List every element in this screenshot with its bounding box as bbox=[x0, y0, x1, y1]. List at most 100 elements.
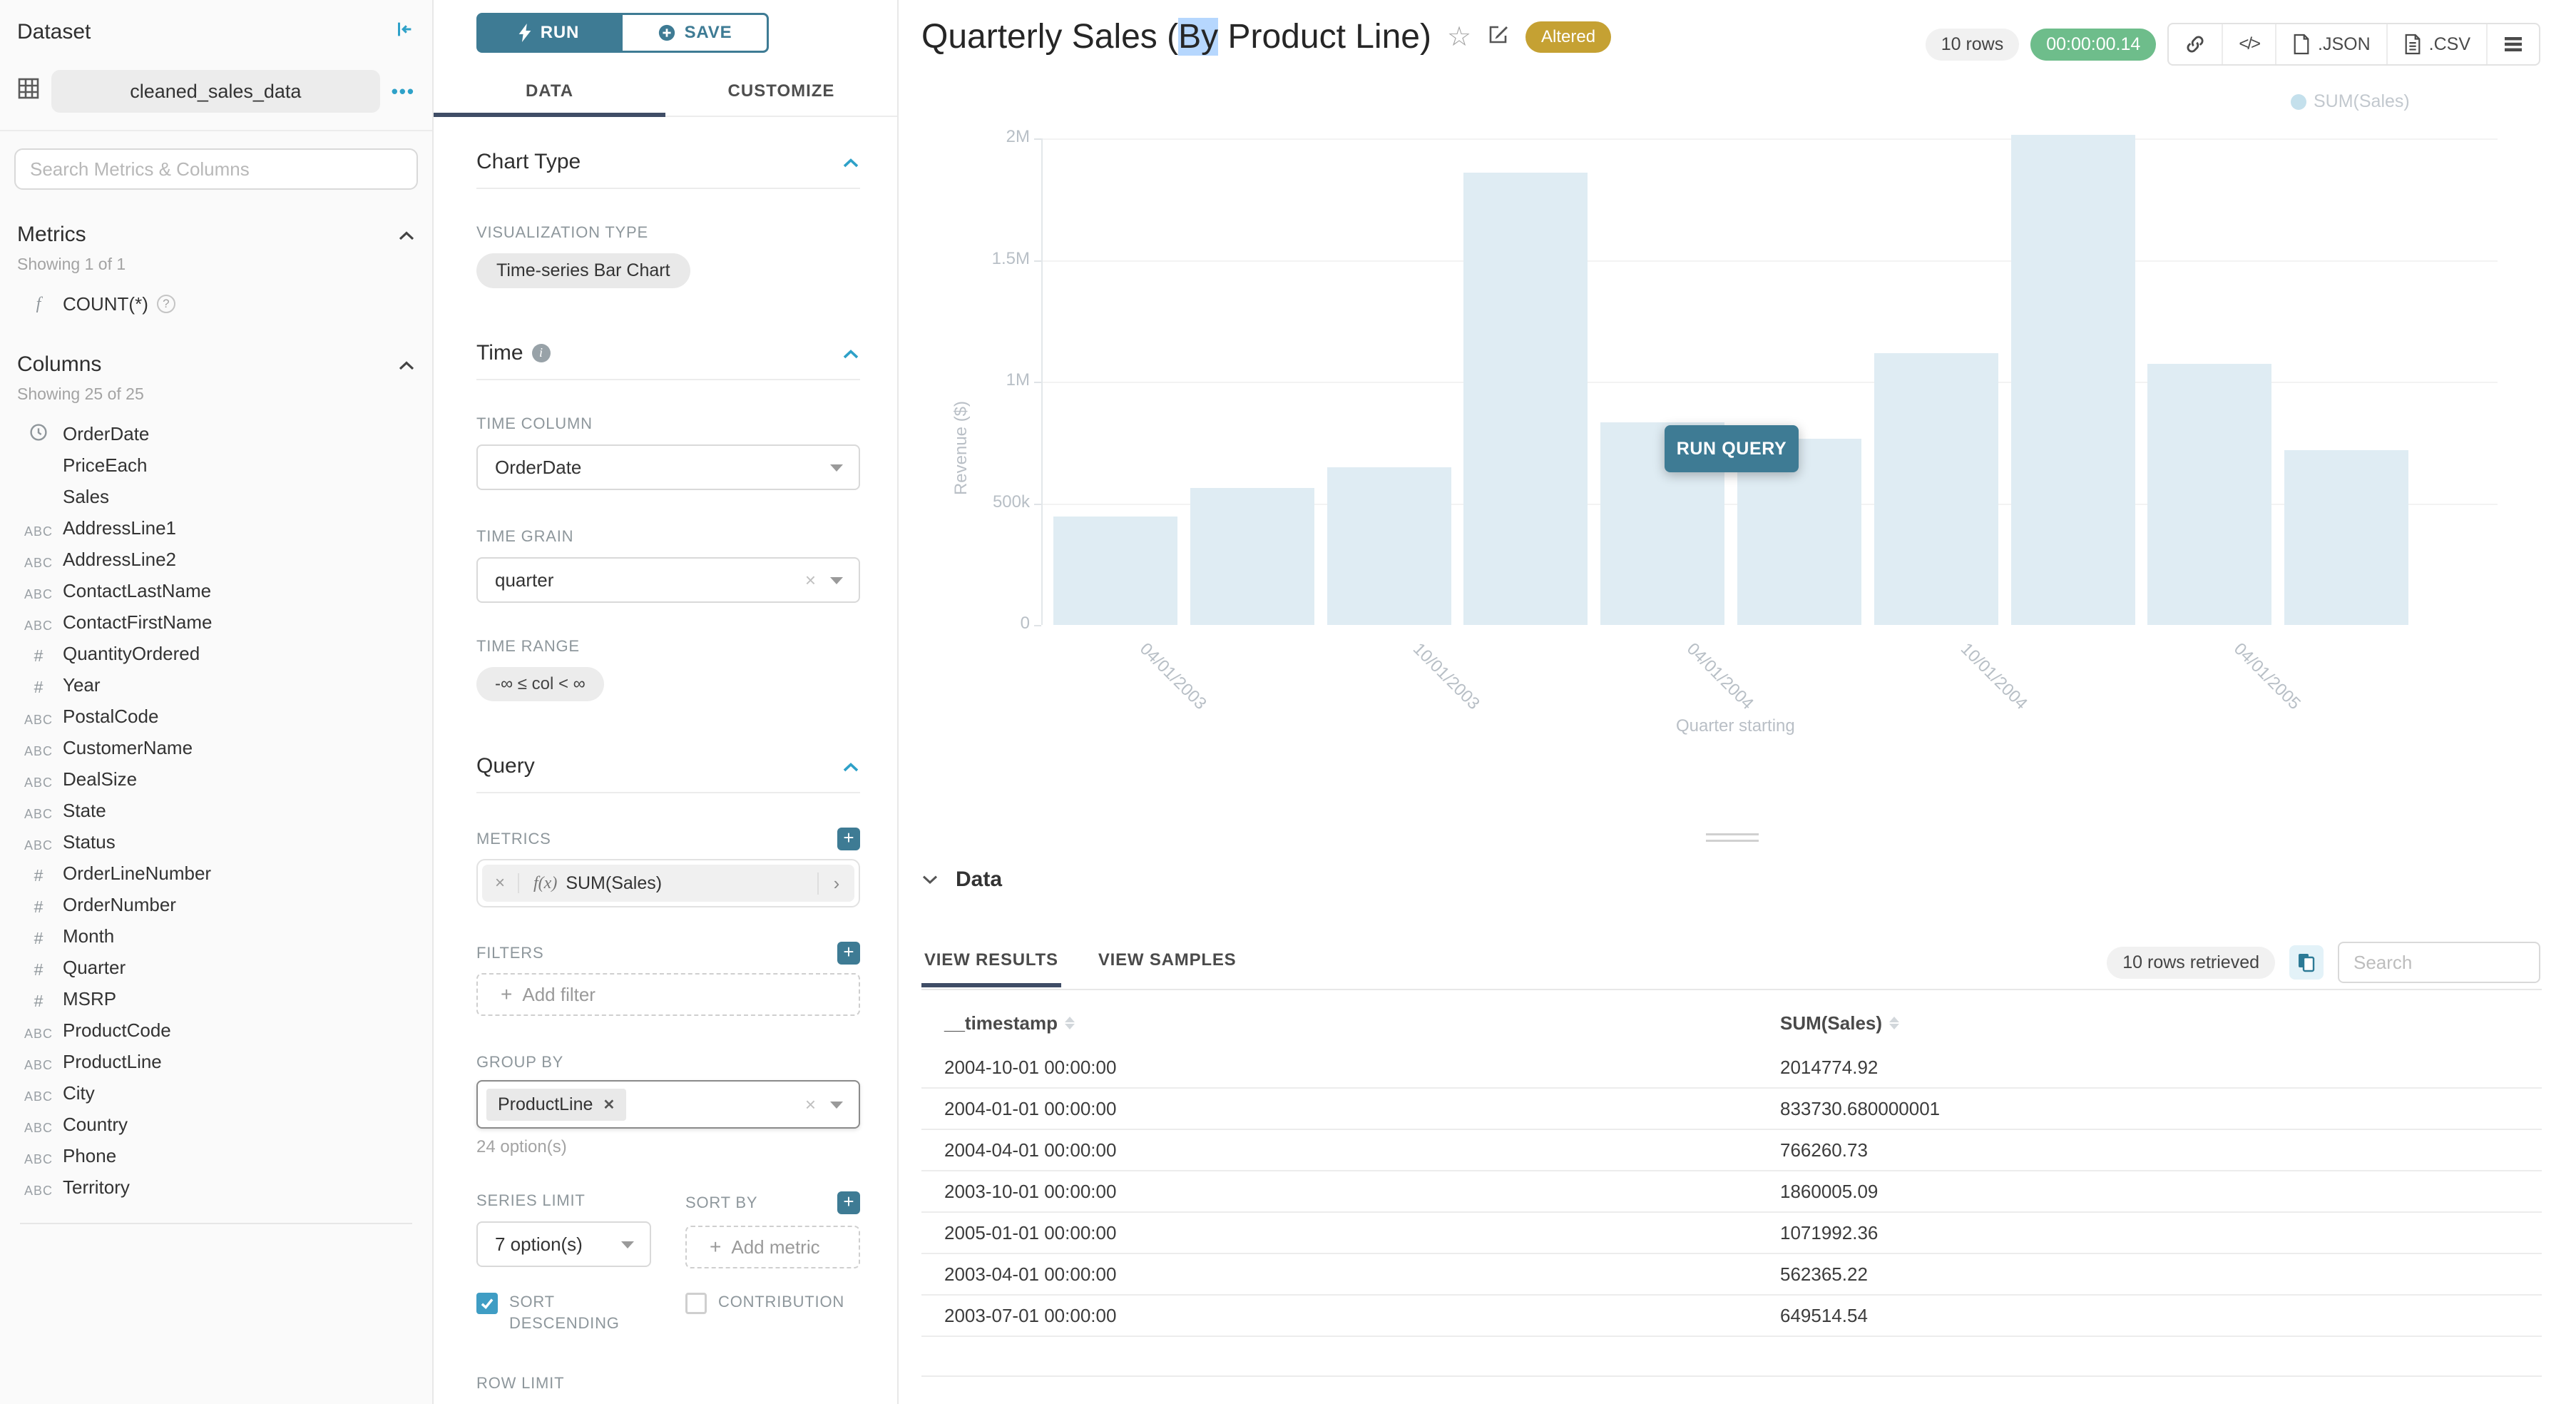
column-item[interactable]: #MSRP bbox=[14, 983, 418, 1014]
add-sort-metric-button[interactable]: + bbox=[837, 1191, 860, 1214]
clear-icon[interactable]: × bbox=[805, 1093, 816, 1116]
add-sort-metric-dropzone[interactable]: + Add metric bbox=[685, 1226, 860, 1268]
legend-item[interactable]: SUM(Sales) bbox=[2291, 91, 2410, 112]
chart-main-area: Quarterly Sales (By Product Line) ☆ Alte… bbox=[899, 0, 2576, 1404]
chevron-up-icon[interactable] bbox=[842, 148, 860, 175]
tab-customize[interactable]: CUSTOMIZE bbox=[665, 70, 897, 116]
export-json-button[interactable]: .JSON bbox=[2276, 24, 2388, 64]
column-item[interactable]: ABCState bbox=[14, 795, 418, 826]
resize-handle[interactable] bbox=[1706, 833, 1759, 846]
column-item-label: AddressLine1 bbox=[63, 517, 176, 539]
results-tabs: VIEW RESULTS VIEW SAMPLES bbox=[921, 945, 1239, 987]
column-item[interactable]: ABCProductCode bbox=[14, 1014, 418, 1046]
column-item[interactable]: ABCPostalCode bbox=[14, 701, 418, 732]
column-item[interactable]: ABCDealSize bbox=[14, 763, 418, 795]
add-filter-button[interactable]: + bbox=[837, 942, 860, 965]
column-item[interactable]: OrderDate bbox=[14, 418, 418, 449]
search-metrics-columns-input[interactable] bbox=[14, 148, 418, 190]
time-range-pill[interactable]: -∞ ≤ col < ∞ bbox=[476, 667, 604, 701]
more-options-menu-icon[interactable] bbox=[2488, 24, 2539, 64]
time-grain-select[interactable]: quarter × bbox=[476, 557, 860, 603]
column-item[interactable]: ABCStatus bbox=[14, 826, 418, 858]
cell-sum-sales: 1860005.09 bbox=[1780, 1181, 1878, 1203]
group-by-select[interactable]: ProductLine ✕ × bbox=[476, 1080, 860, 1129]
sort-descending-checkbox[interactable] bbox=[476, 1293, 498, 1314]
column-item[interactable]: #QuantityOrdered bbox=[14, 638, 418, 669]
collapse-sidebar-icon[interactable] bbox=[394, 19, 415, 46]
series-limit-select[interactable]: 7 option(s) bbox=[476, 1221, 651, 1267]
string-type-icon: ABC bbox=[24, 1058, 53, 1072]
column-item[interactable]: ABCProductLine bbox=[14, 1046, 418, 1077]
results-table-body: 2004-10-01 00:00:002014774.922004-01-01 … bbox=[921, 1047, 2542, 1377]
column-item[interactable]: ABCTerritory bbox=[14, 1171, 418, 1203]
column-item[interactable]: ABCCity bbox=[14, 1077, 418, 1109]
string-type-icon: ABC bbox=[24, 1121, 53, 1135]
add-filter-dropzone[interactable]: + Add filter bbox=[476, 973, 860, 1016]
cell-sum-sales: 649514.54 bbox=[1780, 1305, 1868, 1327]
bar-2004-07-01 bbox=[1874, 353, 1998, 625]
lightning-icon bbox=[518, 24, 532, 42]
column-item[interactable]: ABCCountry bbox=[14, 1109, 418, 1140]
metrics-title: Metrics bbox=[17, 223, 86, 247]
dataset-name-pill[interactable]: cleaned_sales_data bbox=[51, 70, 380, 113]
favorite-star-icon[interactable]: ☆ bbox=[1447, 24, 1471, 51]
string-type-icon: ABC bbox=[24, 713, 53, 727]
gridline bbox=[1041, 138, 2498, 140]
timeseries-bar-chart[interactable]: SUM(Sales) Revenue ($) Quarter starting … bbox=[899, 71, 2576, 785]
chevron-right-icon[interactable]: › bbox=[817, 873, 854, 895]
table-row: 2004-04-01 00:00:00766260.73 bbox=[921, 1130, 2542, 1171]
column-item[interactable]: PriceEach bbox=[14, 449, 418, 481]
tab-view-samples[interactable]: VIEW SAMPLES bbox=[1095, 945, 1240, 987]
tab-data[interactable]: DATA bbox=[434, 70, 665, 116]
column-item[interactable]: Sales bbox=[14, 481, 418, 512]
run-button[interactable]: RUN bbox=[476, 13, 620, 53]
column-item[interactable]: #Year bbox=[14, 669, 418, 701]
remove-chip-icon[interactable]: ✕ bbox=[603, 1096, 615, 1114]
chevron-up-icon[interactable] bbox=[842, 340, 860, 366]
add-metric-button[interactable]: + bbox=[837, 828, 860, 850]
tab-view-results[interactable]: VIEW RESULTS bbox=[921, 945, 1061, 987]
visualization-type-pill[interactable]: Time-series Bar Chart bbox=[476, 253, 690, 288]
column-item[interactable]: ABCContactLastName bbox=[14, 575, 418, 606]
string-type-icon: ABC bbox=[24, 1184, 53, 1198]
column-item[interactable]: #Quarter bbox=[14, 952, 418, 983]
clear-icon[interactable]: × bbox=[805, 569, 816, 591]
column-item[interactable]: #Month bbox=[14, 920, 418, 952]
metric-item[interactable]: fCOUNT(*)? bbox=[14, 288, 418, 320]
results-search-input[interactable] bbox=[2338, 942, 2540, 983]
dataset-options-menu-icon[interactable]: ••• bbox=[392, 81, 415, 103]
column-item[interactable]: ABCAddressLine2 bbox=[14, 544, 418, 575]
time-column-select[interactable]: OrderDate bbox=[476, 444, 860, 490]
contribution-checkbox[interactable] bbox=[685, 1293, 707, 1314]
time-column-value: OrderDate bbox=[495, 457, 581, 479]
group-by-chip[interactable]: ProductLine ✕ bbox=[486, 1089, 626, 1121]
embed-code-button[interactable]: </> bbox=[2223, 24, 2276, 64]
group-by-options-count: 24 option(s) bbox=[476, 1137, 860, 1157]
x-axis-tick-label: 04/01/2005 bbox=[2229, 639, 2304, 714]
column-item[interactable]: ABCAddressLine1 bbox=[14, 512, 418, 544]
column-item[interactable]: ABCContactFirstName bbox=[14, 606, 418, 638]
copy-link-button[interactable] bbox=[2169, 24, 2223, 64]
chevron-up-icon[interactable] bbox=[398, 351, 415, 377]
cell-sum-sales: 833730.680000001 bbox=[1780, 1098, 1940, 1120]
column-item-label: Phone bbox=[63, 1145, 116, 1167]
edit-title-icon[interactable] bbox=[1487, 23, 1510, 51]
copy-data-button[interactable] bbox=[2289, 945, 2324, 980]
save-button[interactable]: SAVE bbox=[620, 13, 769, 53]
column-item[interactable]: #OrderLineNumber bbox=[14, 858, 418, 889]
remove-metric-icon[interactable]: × bbox=[482, 873, 519, 893]
run-save-control: RUN SAVE bbox=[476, 13, 769, 53]
cell-timestamp: 2004-10-01 00:00:00 bbox=[921, 1057, 1780, 1079]
column-item[interactable]: #OrderNumber bbox=[14, 889, 418, 920]
metric-chip[interactable]: × f(x) SUM(Sales) › bbox=[482, 865, 854, 902]
export-csv-button[interactable]: .CSV bbox=[2388, 24, 2488, 64]
run-query-button[interactable]: RUN QUERY bbox=[1665, 425, 1799, 472]
data-section-header[interactable]: Data bbox=[921, 868, 1002, 892]
column-item[interactable]: ABCCustomerName bbox=[14, 732, 418, 763]
column-item[interactable]: ABCPhone bbox=[14, 1140, 418, 1171]
column-header-sum-sales[interactable]: SUM(Sales) bbox=[1780, 1012, 1899, 1034]
column-header-timestamp[interactable]: __timestamp bbox=[921, 1012, 1780, 1034]
chevron-up-icon[interactable] bbox=[842, 753, 860, 779]
cell-timestamp: 2005-01-01 00:00:00 bbox=[921, 1222, 1780, 1244]
chevron-up-icon[interactable] bbox=[398, 221, 415, 248]
